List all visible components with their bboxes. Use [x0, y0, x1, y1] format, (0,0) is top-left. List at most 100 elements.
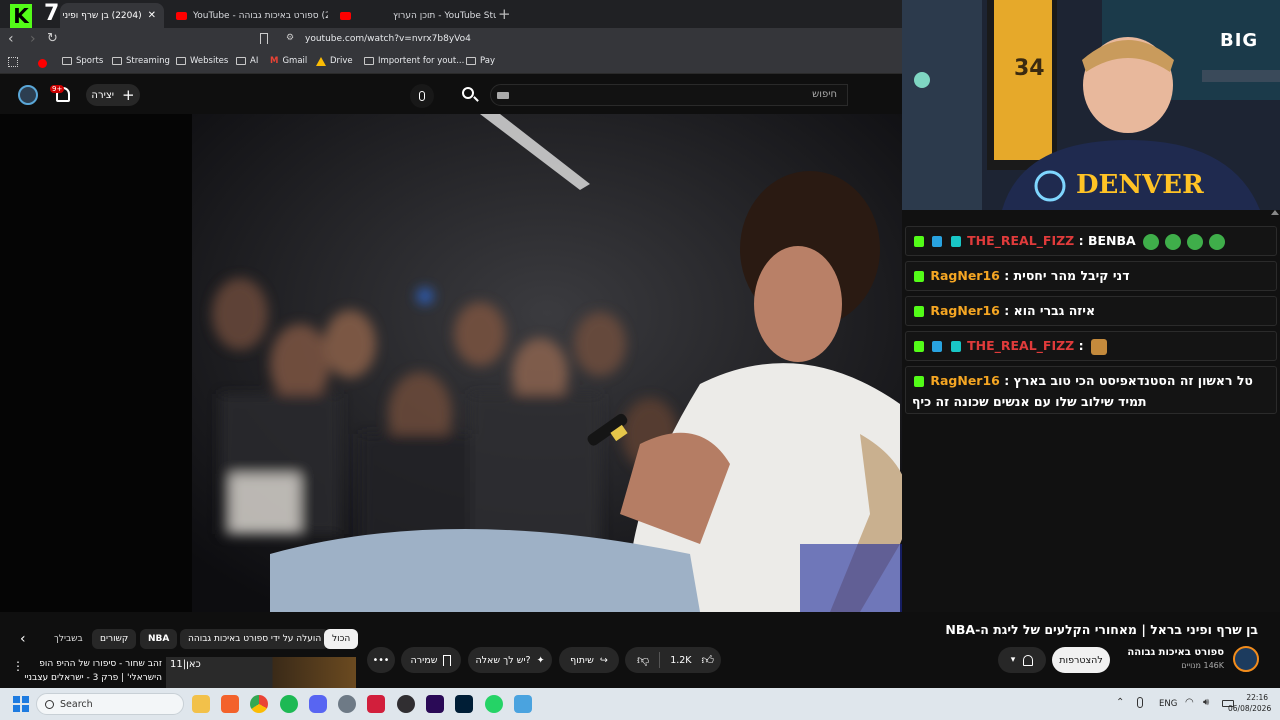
discord-icon[interactable]: [309, 695, 327, 713]
share-button[interactable]: שיתוף ↪: [559, 647, 619, 673]
kick-badge-icon: [914, 376, 924, 387]
chip-all[interactable]: הכול: [324, 629, 359, 649]
chat-panel: THE_REAL_FIZZ : BENBA RagNer16 : דני קיב…: [902, 210, 1280, 612]
apps-grid-icon[interactable]: [8, 57, 18, 67]
dislike-icon[interactable]: 👎︎: [637, 653, 649, 668]
chips-prev-button[interactable]: ‹: [20, 631, 26, 647]
channel-logo: BIG: [1220, 30, 1259, 51]
back-icon[interactable]: ‹: [8, 31, 14, 47]
notification-bell-button[interactable]: ▾: [998, 647, 1046, 673]
whatsapp-icon[interactable]: [485, 695, 503, 713]
chip-nba[interactable]: NBA: [140, 629, 178, 649]
avatar[interactable]: [18, 85, 38, 105]
premiere-icon[interactable]: [426, 695, 444, 713]
tab-channel[interactable]: (2203) ספורט באיכות גבוהה - YouTube: [168, 3, 328, 28]
obs-icon[interactable]: [397, 695, 415, 713]
search-button[interactable]: [456, 84, 482, 106]
video-player[interactable]: [0, 114, 902, 612]
site-info-icon[interactable]: ⚙: [286, 33, 294, 43]
save-button[interactable]: שמירה: [401, 647, 461, 673]
video-title: בן שרף ופיני בראל | מאחורי הקלעים של ליג…: [945, 622, 1258, 637]
more-options-icon[interactable]: ⋮: [12, 659, 24, 673]
emote-icon: [1165, 233, 1182, 250]
chrome-icon[interactable]: [250, 695, 268, 713]
taskbar-search[interactable]: Search: [36, 693, 184, 715]
bookmark-gmail[interactable]: M Gmail: [270, 56, 307, 66]
tab-studio[interactable]: תוכן הערוץ - YouTube Studio: [332, 3, 496, 28]
bookmark-pay[interactable]: Pay: [466, 56, 495, 66]
bookmark-sports[interactable]: Sports: [62, 56, 103, 66]
chat-username[interactable]: THE_REAL_FIZZ: [967, 338, 1074, 353]
chat-username[interactable]: RagNer16: [930, 303, 1000, 318]
recommended-title[interactable]: זהב שחור - סיפורו של ההיפ הופ הישראלי' |…: [24, 657, 162, 685]
create-button[interactable]: יצירה +: [86, 84, 140, 106]
microphone-tray-icon[interactable]: [1137, 697, 1143, 708]
settings-icon[interactable]: [338, 695, 356, 713]
wifi-icon[interactable]: ◠: [1185, 697, 1194, 708]
browser-tab-bar: K 7 ✕ (2204) בן שרף ופיני בראל | מאחו (2…: [0, 0, 902, 28]
brave-icon[interactable]: [221, 695, 239, 713]
subscribe-button[interactable]: להצטרפות: [1052, 647, 1110, 673]
forward-icon[interactable]: ›: [30, 31, 36, 47]
address-bar: ‹ › ↻ ⚙ youtube.com/watch?v=nvrx7b8yVo4: [0, 28, 902, 52]
youtube-icon: [340, 11, 351, 20]
language-indicator[interactable]: ENG: [1159, 699, 1177, 709]
overlay-number: 7: [44, 1, 60, 26]
file-explorer-icon[interactable]: [192, 695, 210, 713]
bookmark-drive[interactable]: Drive: [316, 56, 353, 66]
tray-chevron-icon[interactable]: ⌃: [1116, 697, 1124, 708]
bookmark-important[interactable]: Importent for yout...: [364, 56, 464, 66]
chat-text: איזה גברי הוא: [1013, 303, 1096, 318]
tab-video[interactable]: ✕ (2204) בן שרף ופיני בראל | מאחו: [60, 3, 164, 28]
notepad-icon[interactable]: [514, 695, 532, 713]
folder-icon: [62, 57, 72, 65]
chip-for-you[interactable]: בשבילך: [46, 629, 91, 649]
bookmark-ai[interactable]: AI: [236, 56, 258, 66]
chip-related[interactable]: קשורים: [92, 629, 137, 649]
close-icon[interactable]: ✕: [148, 10, 156, 21]
volume-icon[interactable]: 🔊︎: [1203, 697, 1209, 708]
spotify-icon[interactable]: [280, 695, 298, 713]
ask-button[interactable]: יש לך שאלה? ✦: [468, 647, 552, 673]
bookmark-icon[interactable]: [260, 33, 268, 44]
new-tab-button[interactable]: +: [498, 5, 511, 23]
reload-icon[interactable]: ↻: [47, 31, 58, 46]
folder-icon: [236, 57, 246, 65]
chat-username[interactable]: THE_REAL_FIZZ: [967, 233, 1074, 248]
microphone-icon[interactable]: [410, 84, 434, 108]
cat-emote-icon: [1090, 338, 1107, 355]
channel-name[interactable]: ספורט באיכות גבוהה: [1127, 647, 1224, 658]
youtube-bookmark-icon[interactable]: [38, 59, 47, 68]
chat-username[interactable]: RagNer16: [930, 268, 1000, 283]
chevron-down-icon: ▾: [1010, 655, 1016, 665]
chat-scroll-indicator[interactable]: [1271, 210, 1279, 215]
more-actions-button[interactable]: •••: [367, 647, 395, 673]
sub-badge-icon: [932, 236, 943, 247]
chat-message: RagNer16 : טל ראשון זה הסטנדאפיסט הכי טו…: [905, 366, 1277, 414]
url-text[interactable]: youtube.com/watch?v=nvrx7b8yVo4: [305, 34, 471, 44]
kick-badge-icon: [914, 341, 924, 352]
like-count: 1.2K: [670, 654, 692, 666]
bookmark-websites[interactable]: Websites: [176, 56, 228, 66]
vip-badge-icon: [950, 341, 961, 352]
share-icon: ↪: [599, 654, 608, 666]
clock[interactable]: 22:16 06/08/2026: [1228, 692, 1271, 714]
ellipsis-icon: •••: [372, 654, 390, 666]
like-dislike-group: 👎︎ 1.2K 👍︎: [625, 647, 721, 673]
app-red-icon[interactable]: [367, 695, 385, 713]
channel-avatar[interactable]: [1233, 646, 1259, 672]
recommended-thumbnail[interactable]: כאן|11: [166, 657, 356, 688]
folder-icon: [364, 57, 374, 65]
search-input[interactable]: חיפוש: [490, 84, 848, 106]
keyboard-icon[interactable]: [497, 92, 509, 99]
emote-icon: [1143, 233, 1160, 250]
bookmark-streaming[interactable]: Streaming: [112, 56, 170, 66]
windows-start-icon[interactable]: [13, 696, 29, 712]
like-icon[interactable]: 👍︎: [702, 653, 715, 668]
emote-icon: [1187, 233, 1204, 250]
chat-username[interactable]: RagNer16: [930, 373, 1000, 388]
photoshop-icon[interactable]: [455, 695, 473, 713]
kick-overlay-logo: K: [10, 4, 32, 28]
bell-icon: [1023, 654, 1034, 666]
chip-uploaded-by[interactable]: הועלה על ידי ספורט באיכות גבוהה: [180, 629, 330, 649]
